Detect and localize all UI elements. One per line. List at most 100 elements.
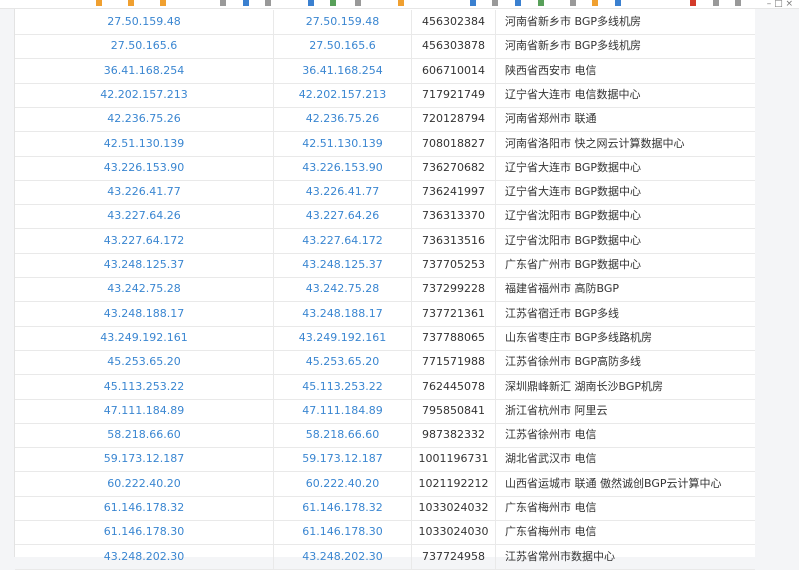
file-icon[interactable] bbox=[243, 0, 249, 6]
location-cell: 广东省广州市 BGP数据中心 bbox=[505, 258, 642, 271]
ip-numeric-cell: 737721361 bbox=[412, 301, 496, 326]
table-row: 42.51.130.139 42.51.130.139 708018827 河南省洛阳… bbox=[15, 131, 755, 157]
ip-detail-link[interactable]: 43.248.125.37 bbox=[302, 258, 382, 271]
table-row: 43.248.188.17 43.248.188.17 737721361 江苏省宿迁… bbox=[15, 301, 755, 327]
ip-link[interactable]: 45.113.253.22 bbox=[104, 380, 184, 393]
ip-detail-link[interactable]: 43.248.202.30 bbox=[302, 550, 382, 563]
ip-detail-link[interactable]: 27.50.159.48 bbox=[306, 15, 379, 28]
ip-cell: 61.146.178.32 bbox=[15, 496, 274, 520]
ip-link[interactable]: 42.51.130.139 bbox=[104, 137, 184, 150]
ip-link[interactable]: 42.236.75.26 bbox=[107, 112, 180, 125]
ip-link-cell: 43.248.188.17 bbox=[274, 301, 412, 326]
window-controls[interactable]: – □ × bbox=[767, 0, 793, 9]
ip-link[interactable]: 27.50.165.6 bbox=[111, 39, 177, 52]
ip-detail-link[interactable]: 43.226.153.90 bbox=[302, 161, 382, 174]
folder-icon[interactable] bbox=[128, 0, 134, 6]
ip-detail-link[interactable]: 58.218.66.60 bbox=[306, 428, 379, 441]
ip-link-cell: 43.242.75.28 bbox=[274, 277, 412, 302]
ip-detail-link[interactable]: 61.146.178.32 bbox=[302, 501, 382, 514]
file-icon[interactable] bbox=[713, 0, 719, 6]
ip-link[interactable]: 47.111.184.89 bbox=[104, 404, 184, 417]
folder-icon[interactable] bbox=[160, 0, 166, 6]
ip-numeric-cell: 987382332 bbox=[412, 423, 496, 448]
table-row: 47.111.184.89 47.111.184.89 795850841 浙江省杭州… bbox=[15, 398, 755, 424]
file-icon[interactable] bbox=[265, 0, 271, 6]
ip-detail-link[interactable]: 36.41.168.254 bbox=[302, 64, 382, 77]
table-row: 42.202.157.213 42.202.157.213 717921749 辽宁省… bbox=[15, 82, 755, 108]
ip-link[interactable]: 43.249.192.161 bbox=[100, 331, 187, 344]
file-icon[interactable] bbox=[690, 0, 696, 6]
ip-detail-link[interactable]: 42.202.157.213 bbox=[299, 88, 386, 101]
ip-link[interactable]: 42.202.157.213 bbox=[100, 88, 187, 101]
file-icon[interactable] bbox=[515, 0, 521, 6]
ip-detail-link[interactable]: 43.242.75.28 bbox=[306, 282, 379, 295]
ip-link[interactable]: 43.227.64.172 bbox=[104, 234, 184, 247]
ip-link[interactable]: 61.146.178.32 bbox=[104, 501, 184, 514]
ip-link-cell: 61.146.178.32 bbox=[274, 496, 412, 520]
ip-detail-link[interactable]: 43.248.188.17 bbox=[302, 307, 382, 320]
ip-link[interactable]: 58.218.66.60 bbox=[107, 428, 180, 441]
ip-link[interactable]: 61.146.178.30 bbox=[104, 525, 184, 538]
file-icon[interactable] bbox=[492, 0, 498, 6]
file-icon[interactable] bbox=[615, 0, 621, 6]
ip-detail-link[interactable]: 60.222.40.20 bbox=[306, 477, 379, 490]
table-row: 43.227.64.172 43.227.64.172 736313516 辽宁省沈阳… bbox=[15, 228, 755, 254]
ip-link-cell: 43.227.64.26 bbox=[274, 204, 412, 229]
ip-link[interactable]: 43.242.75.28 bbox=[107, 282, 180, 295]
location-cell: 河南省郑州市 联通 bbox=[505, 112, 597, 126]
ip-detail-link[interactable]: 43.227.64.172 bbox=[302, 234, 382, 247]
table-row: 43.227.64.26 43.227.64.26 736313370 辽宁省沈阳市 … bbox=[15, 204, 755, 230]
location-cell: 福建省福州市 高防BGP bbox=[505, 282, 620, 296]
location-cell: 辽宁省大连市 BGP数据中心 bbox=[505, 160, 642, 174]
ip-link[interactable]: 36.41.168.254 bbox=[104, 64, 184, 77]
location-cell: 山东省枣庄市 BGP多线路机房 bbox=[505, 330, 653, 344]
file-icon[interactable] bbox=[398, 0, 404, 6]
ip-link-cell: 45.253.65.20 bbox=[274, 350, 412, 375]
table-row: 61.146.178.30 61.146.178.30 1033024030 广东省梅… bbox=[15, 520, 755, 546]
ip-numeric-cell: 456303878 bbox=[412, 34, 496, 59]
ip-cell: 61.146.178.30 bbox=[15, 520, 274, 545]
ip-link[interactable]: 60.222.40.20 bbox=[107, 477, 180, 490]
file-icon[interactable] bbox=[592, 0, 598, 6]
file-icon[interactable] bbox=[355, 0, 361, 6]
location-cell: 广东省梅州市 电信 bbox=[505, 501, 597, 514]
ip-link-cell: 42.202.157.213 bbox=[274, 82, 412, 107]
table-row: 43.249.192.161 43.249.192.161 737788065 山东省… bbox=[15, 325, 755, 351]
ip-link[interactable]: 43.227.64.26 bbox=[107, 209, 180, 222]
location-cell: 广东省梅州市 电信 bbox=[505, 525, 597, 539]
file-icon[interactable] bbox=[570, 0, 576, 6]
location-cell: 陕西省西安市 电信 bbox=[505, 63, 597, 77]
location-cell: 河南省新乡市 BGP多线机房 bbox=[505, 15, 642, 28]
ip-detail-link[interactable]: 47.111.184.89 bbox=[302, 404, 382, 417]
ip-detail-link[interactable]: 61.146.178.30 bbox=[302, 525, 382, 538]
table-row: 42.236.75.26 42.236.75.26 720128794 河南省郑州市 … bbox=[15, 107, 755, 133]
ip-detail-link[interactable]: 43.249.192.161 bbox=[299, 331, 386, 344]
table-row: 45.253.65.20 45.253.65.20 771571988 江苏省徐州市 … bbox=[15, 350, 755, 376]
file-icon[interactable] bbox=[470, 0, 476, 6]
ip-link[interactable]: 27.50.159.48 bbox=[107, 15, 180, 28]
file-icon[interactable] bbox=[220, 0, 226, 6]
ip-detail-link[interactable]: 43.227.64.26 bbox=[306, 209, 379, 222]
ip-link[interactable]: 43.226.153.90 bbox=[104, 161, 184, 174]
file-icon[interactable] bbox=[308, 0, 314, 6]
ip-detail-link[interactable]: 59.173.12.187 bbox=[302, 452, 382, 465]
ip-numeric-cell: 737299228 bbox=[412, 277, 496, 302]
ip-link[interactable]: 59.173.12.187 bbox=[104, 452, 184, 465]
ip-detail-link[interactable]: 27.50.165.6 bbox=[309, 39, 375, 52]
ip-detail-link[interactable]: 43.226.41.77 bbox=[306, 185, 379, 198]
ip-link[interactable]: 45.253.65.20 bbox=[107, 355, 180, 368]
ip-link[interactable]: 43.226.41.77 bbox=[107, 185, 180, 198]
ip-detail-link[interactable]: 42.236.75.26 bbox=[306, 112, 379, 125]
ip-cell: 59.173.12.187 bbox=[15, 447, 274, 472]
ip-detail-link[interactable]: 42.51.130.139 bbox=[302, 137, 382, 150]
ip-detail-link[interactable]: 45.253.65.20 bbox=[306, 355, 379, 368]
ip-detail-link[interactable]: 45.113.253.22 bbox=[302, 380, 382, 393]
table-row: 43.248.202.30 43.248.202.30 737724958 江苏省常州… bbox=[15, 544, 755, 570]
ip-link[interactable]: 43.248.125.37 bbox=[104, 258, 184, 271]
file-icon[interactable] bbox=[330, 0, 336, 6]
ip-link[interactable]: 43.248.202.30 bbox=[104, 550, 184, 563]
file-icon[interactable] bbox=[538, 0, 544, 6]
file-icon[interactable] bbox=[735, 0, 741, 6]
ip-link[interactable]: 43.248.188.17 bbox=[104, 307, 184, 320]
folder-icon[interactable] bbox=[96, 0, 102, 6]
